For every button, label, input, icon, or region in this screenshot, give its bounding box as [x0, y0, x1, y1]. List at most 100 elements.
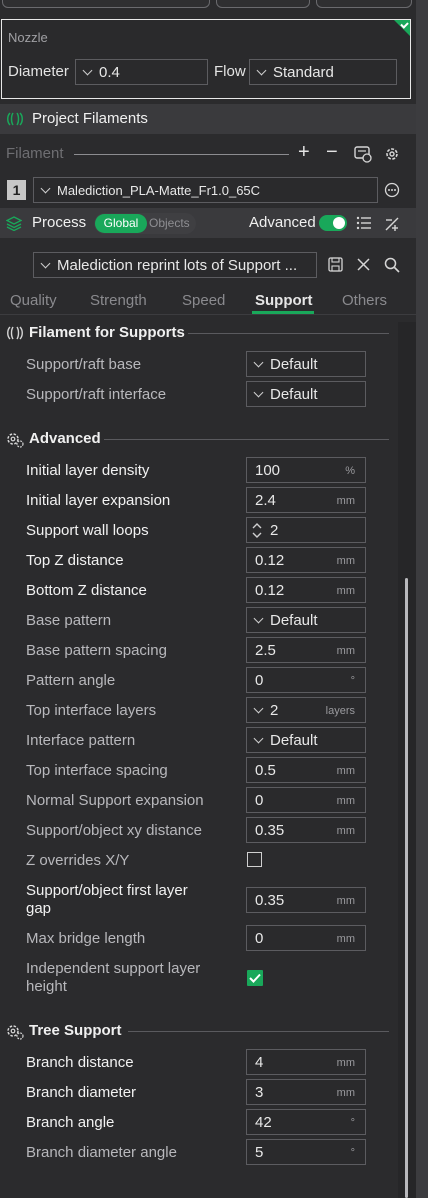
right-edge-panel	[416, 0, 428, 1198]
independent-support-layer-height-checkbox[interactable]	[247, 970, 263, 986]
bottom-z-distance-value: 0.12	[255, 582, 285, 599]
max-bridge-length-input[interactable]: 0 mm	[246, 925, 366, 951]
search-icon[interactable]	[384, 257, 400, 273]
selected-check-icon	[394, 20, 410, 36]
support-object-xy-distance-input[interactable]: 0.35 mm	[246, 817, 366, 843]
branch-diameter-label: Branch diameter	[26, 1084, 137, 1101]
unit-label: mm	[336, 555, 355, 567]
flow-select[interactable]: Standard	[249, 59, 397, 85]
save-icon[interactable]	[328, 257, 343, 272]
support-raft-interface-value: Default	[270, 386, 318, 403]
tab-strength[interactable]: Strength	[90, 292, 147, 309]
process-preset-select[interactable]: Malediction reprint lots of Support ...	[33, 252, 317, 278]
diameter-select[interactable]: 0.4	[75, 59, 208, 85]
top-interface-layers-value: 2	[270, 702, 279, 719]
section-advanced: Advanced	[29, 430, 101, 447]
base-pattern-value: Default	[270, 612, 318, 629]
initial-layer-expansion-label: Initial layer expansion	[26, 492, 171, 509]
unit-label: °	[350, 1117, 355, 1129]
tree-support-gears-icon	[7, 1025, 24, 1040]
base-pattern-select[interactable]: Default	[246, 607, 366, 633]
filament-name: Malediction_PLA-Matte_Fr1.0_65C	[57, 183, 261, 198]
unit-label: mm	[336, 825, 355, 837]
support-raft-base-value: Default	[270, 356, 318, 373]
branch-diameter-angle-input[interactable]: 5 °	[246, 1139, 366, 1165]
global-objects-switch[interactable]: Global Objects	[94, 213, 196, 234]
top-button-1[interactable]	[2, 0, 210, 8]
unit-label: mm	[336, 585, 355, 597]
max-bridge-length-value: 0	[255, 930, 264, 947]
top-interface-spacing-input[interactable]: 0.5 mm	[246, 757, 366, 783]
normal-support-expansion-input[interactable]: 0 mm	[246, 787, 366, 813]
max-bridge-length-label: Max bridge length	[26, 930, 146, 947]
global-option[interactable]: Global	[95, 214, 147, 233]
base-pattern-spacing-input[interactable]: 2.5 mm	[246, 637, 366, 663]
unit-label: mm	[336, 645, 355, 657]
advanced-toggle[interactable]	[319, 215, 347, 231]
branch-diameter-angle-label: Branch diameter angle	[26, 1144, 177, 1161]
advanced-gears-icon	[7, 433, 24, 448]
top-z-distance-value: 0.12	[255, 552, 285, 569]
sidebar-panel: Nozzle Diameter 0.4 Flow Standard Projec…	[0, 0, 428, 1198]
process-title: Process	[32, 214, 87, 231]
filament-select[interactable]: Malediction_PLA-Matte_Fr1.0_65C	[33, 177, 378, 203]
filament-settings-gear-icon[interactable]	[384, 146, 400, 162]
list-view-icon[interactable]	[356, 216, 372, 230]
top-button-3[interactable]	[316, 0, 412, 8]
project-filaments-header[interactable]: Project Filaments	[0, 104, 416, 134]
filament-spool-icon	[7, 326, 23, 340]
add-filament-button[interactable]: +	[298, 141, 310, 164]
initial-layer-expansion-input[interactable]: 2.4 mm	[246, 487, 366, 513]
support-wall-loops-spinner[interactable]: 2	[246, 517, 366, 543]
interface-pattern-select[interactable]: Default	[246, 727, 366, 753]
branch-distance-label: Branch distance	[26, 1054, 134, 1071]
filament-more-icon[interactable]	[384, 182, 400, 198]
chevron-down-icon	[253, 703, 264, 714]
unit-label: mm	[336, 1057, 355, 1069]
objects-option[interactable]: Objects	[149, 216, 190, 230]
support-raft-interface-select[interactable]: Default	[246, 381, 366, 407]
support-object-first-layer-gap-value: 0.35	[255, 892, 285, 909]
filament-spool-icon	[7, 112, 23, 126]
tab-others[interactable]: Others	[342, 292, 387, 309]
top-interface-layers-select[interactable]: 2 layers	[246, 697, 366, 723]
top-interface-spacing-value: 0.5	[255, 762, 276, 779]
interface-pattern-label: Interface pattern	[26, 732, 136, 749]
initial-layer-expansion-value: 2.4	[255, 492, 276, 509]
bottom-z-distance-label: Bottom Z distance	[26, 582, 147, 599]
initial-layer-density-input[interactable]: 100%	[246, 457, 366, 483]
bottom-z-distance-input[interactable]: 0.12 mm	[246, 577, 366, 603]
pattern-angle-input[interactable]: 0 °	[246, 667, 366, 693]
tab-support[interactable]: Support	[255, 292, 313, 309]
support-object-first-layer-gap-input[interactable]: 0.35 mm	[246, 887, 366, 913]
remove-filament-button[interactable]: −	[326, 141, 338, 164]
close-icon[interactable]	[357, 258, 370, 271]
spinner-arrows-icon[interactable]	[252, 521, 262, 540]
z-overrides-xy-label: Z overrides X/Y	[26, 852, 130, 869]
tab-quality[interactable]: Quality	[10, 292, 57, 309]
support-raft-interface-label: Support/raft interface	[26, 386, 167, 403]
chevron-down-icon	[253, 387, 264, 398]
chevron-down-icon	[40, 258, 51, 269]
chevron-down-icon	[253, 733, 264, 744]
top-z-distance-input[interactable]: 0.12 mm	[246, 547, 366, 573]
flow-value: Standard	[273, 64, 334, 81]
support-raft-base-select[interactable]: Default	[246, 351, 366, 377]
branch-distance-input[interactable]: 4 mm	[246, 1049, 366, 1075]
top-button-2[interactable]	[216, 0, 310, 8]
initial-layer-density-label: Initial layer density	[26, 462, 150, 479]
filament-sync-icon[interactable]	[354, 146, 372, 163]
tab-speed[interactable]: Speed	[182, 292, 225, 309]
top-z-distance-label: Top Z distance	[26, 552, 124, 569]
branch-diameter-input[interactable]: 3 mm	[246, 1079, 366, 1105]
z-overrides-xy-checkbox[interactable]	[247, 852, 262, 867]
advanced-label: Advanced	[249, 214, 316, 231]
toggle-knob	[333, 217, 345, 229]
branch-distance-value: 4	[255, 1054, 264, 1071]
scrollbar-thumb[interactable]	[405, 578, 408, 1198]
process-header: Process Global Objects Advanced	[0, 208, 416, 238]
compare-icon[interactable]	[384, 216, 400, 232]
branch-angle-input[interactable]: 42 °	[246, 1109, 366, 1135]
project-filaments-title: Project Filaments	[32, 110, 148, 127]
diameter-label: Diameter	[8, 63, 69, 80]
